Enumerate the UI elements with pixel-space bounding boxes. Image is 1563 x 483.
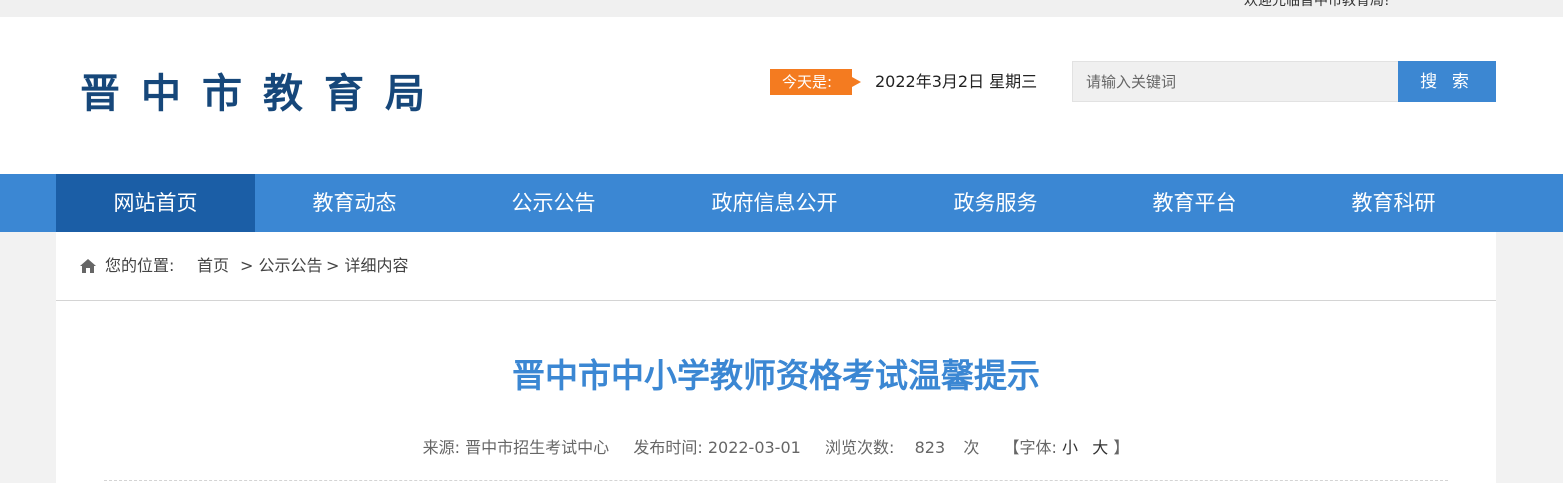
source-label: 来源: bbox=[422, 438, 461, 457]
today-date: 2022年3月2日 星期三 bbox=[875, 72, 1038, 91]
font-large-button[interactable]: 大 bbox=[1092, 436, 1108, 460]
views-unit: 次 bbox=[963, 438, 980, 457]
font-small-button[interactable]: 小 bbox=[1062, 436, 1078, 460]
today-badge-wrap: 今天是: bbox=[770, 69, 862, 95]
breadcrumb: 您的位置: 首页 > 公示公告 > 详细内容 bbox=[56, 232, 1496, 301]
main-nav: 网站首页 教育动态 公示公告 政府信息公开 政务服务 教育平台 教育科研 bbox=[0, 174, 1563, 232]
home-icon bbox=[80, 259, 96, 273]
breadcrumb-home-link[interactable]: 首页 bbox=[197, 254, 229, 278]
nav-item-education-news[interactable]: 教育动态 bbox=[255, 174, 454, 232]
date-label: 发布时间: bbox=[633, 438, 703, 457]
font-size-label: 【字体: bbox=[1003, 438, 1057, 457]
font-size-close: 】 bbox=[1113, 438, 1130, 457]
views-value: 823 bbox=[914, 438, 946, 457]
breadcrumb-current: > 详细内容 bbox=[326, 256, 409, 275]
breadcrumb-section-link[interactable]: > 公示公告 bbox=[240, 254, 323, 278]
nav-item-announcements[interactable]: 公示公告 bbox=[454, 174, 653, 232]
article-title: 晋中市中小学教师资格考试温馨提示 bbox=[512, 356, 1040, 395]
nav-item-edu-research[interactable]: 教育科研 bbox=[1294, 174, 1493, 232]
article-meta: 来源: 晋中市招生考试中心 发布时间: 2022-03-01 浏览次数: 823… bbox=[56, 436, 1496, 460]
search-input[interactable] bbox=[1072, 61, 1399, 102]
date-value: 2022-03-01 bbox=[707, 438, 801, 457]
source-value: 晋中市招生考试中心 bbox=[465, 438, 610, 457]
today-label: 今天是: bbox=[770, 69, 861, 95]
content-panel: 您的位置: 首页 > 公示公告 > 详细内容 晋中市中小学教师资格考试温馨提示 … bbox=[56, 232, 1496, 483]
divider bbox=[104, 480, 1448, 481]
views-label: 浏览次数: bbox=[825, 438, 895, 457]
top-bar: 欢迎光临晋中市教育局! bbox=[0, 0, 1563, 17]
site-logo[interactable]: 晋中市教育局 bbox=[80, 71, 446, 117]
nav-item-gov-info[interactable]: 政府信息公开 bbox=[653, 174, 896, 232]
breadcrumb-prefix: 您的位置: bbox=[105, 256, 175, 275]
nav-item-gov-services[interactable]: 政务服务 bbox=[896, 174, 1095, 232]
nav-item-edu-platform[interactable]: 教育平台 bbox=[1095, 174, 1294, 232]
search-button[interactable]: 搜 索 bbox=[1398, 61, 1496, 102]
welcome-text: 欢迎光临晋中市教育局! bbox=[1244, 0, 1390, 9]
nav-item-home[interactable]: 网站首页 bbox=[56, 174, 255, 232]
